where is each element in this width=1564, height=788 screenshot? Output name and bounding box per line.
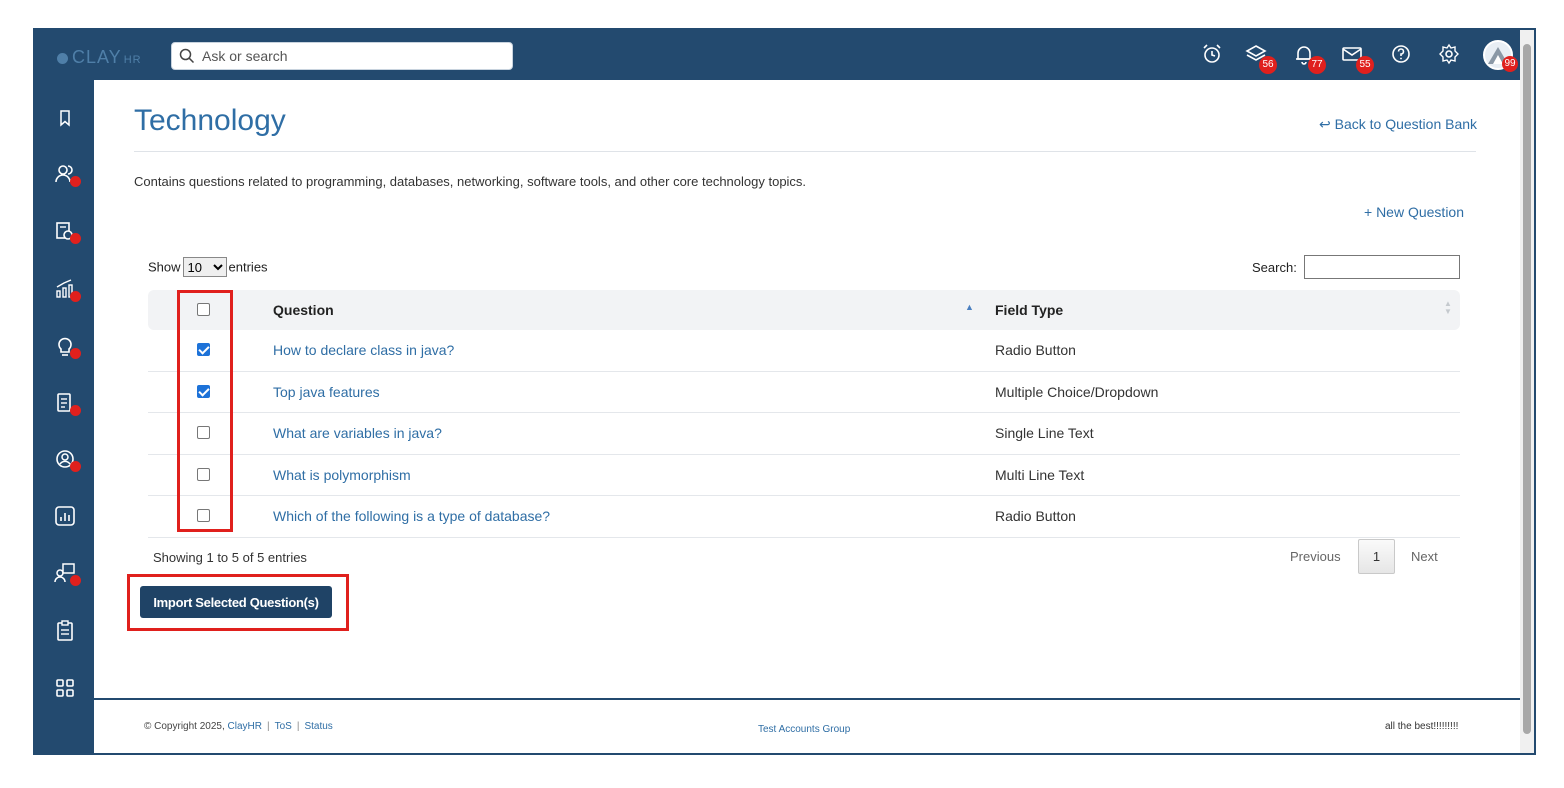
footer-separator: | bbox=[296, 721, 300, 732]
table-body: How to declare class in java? Radio Butto… bbox=[148, 330, 1460, 538]
table-row: What is polymorphism Multi Line Text bbox=[148, 455, 1460, 496]
sort-ascending-icon: ▲ bbox=[965, 302, 974, 312]
search-icon bbox=[179, 48, 195, 64]
notification-dot bbox=[70, 291, 81, 302]
alarm-clock-icon[interactable] bbox=[1201, 43, 1223, 65]
page-scrollbar[interactable] bbox=[1520, 30, 1534, 753]
app-logo[interactable]: CLAY HR bbox=[57, 47, 142, 68]
sidebar-item-training[interactable] bbox=[53, 561, 81, 586]
bell-icon[interactable]: 77 bbox=[1293, 43, 1326, 74]
avatar-badge: 99 bbox=[1502, 56, 1518, 72]
table-row: How to declare class in java? Radio Butto… bbox=[148, 330, 1460, 372]
chart-box-icon bbox=[55, 506, 75, 526]
show-label: Show bbox=[148, 259, 181, 275]
page-size-select[interactable]: 102550100 bbox=[182, 257, 227, 277]
notification-dot bbox=[70, 176, 81, 187]
gear-icon[interactable] bbox=[1438, 43, 1460, 65]
question-link[interactable]: Top java features bbox=[273, 384, 380, 400]
back-arrow-icon: ↩ bbox=[1319, 116, 1335, 132]
sidebar-item-performance[interactable] bbox=[53, 277, 81, 302]
table-search-input[interactable] bbox=[1304, 255, 1460, 279]
footer-copyright: © Copyright 2025, ClayHR | ToS | Status bbox=[144, 721, 333, 732]
app-window: CLAYHR 56 77 55 bbox=[33, 28, 1536, 755]
tos-link[interactable]: ToS bbox=[275, 721, 292, 732]
footer: © Copyright 2025, ClayHR | ToS | Status Test… bbox=[94, 698, 1520, 753]
scrollbar-thumb[interactable] bbox=[1523, 44, 1531, 734]
question-column-header[interactable]: Question bbox=[273, 302, 334, 318]
table-row: Top java features Multiple Choice/Dropdow… bbox=[148, 372, 1460, 413]
page-1-button[interactable]: 1 bbox=[1358, 539, 1395, 574]
sidebar bbox=[35, 80, 94, 753]
sidebar-item-ideas[interactable] bbox=[53, 334, 81, 359]
category-description: Contains questions related to programmin… bbox=[134, 174, 807, 189]
main-content: Technology ↩ Back to Question Bank Conta… bbox=[94, 80, 1520, 700]
back-link-label: Back to Question Bank bbox=[1334, 116, 1478, 132]
table-row: Which of the following is a type of data… bbox=[148, 496, 1460, 538]
notification-dot bbox=[70, 405, 81, 416]
page-title: Technology bbox=[134, 104, 286, 137]
user-avatar[interactable]: 99 bbox=[1483, 40, 1518, 72]
help-icon[interactable] bbox=[1390, 43, 1412, 65]
layers-badge: 56 bbox=[1259, 56, 1277, 74]
question-link[interactable]: How to declare class in java? bbox=[273, 342, 454, 358]
mail-icon[interactable]: 55 bbox=[1341, 43, 1374, 74]
field-type-cell: Multi Line Text bbox=[995, 466, 1085, 483]
question-link[interactable]: What are variables in java? bbox=[273, 425, 442, 441]
import-button-highlight bbox=[127, 574, 349, 631]
notification-dot bbox=[70, 348, 81, 359]
new-question-link[interactable]: + New Question bbox=[1364, 204, 1464, 220]
title-divider bbox=[134, 151, 1476, 152]
top-bar: CLAYHR 56 77 55 bbox=[35, 30, 1534, 80]
table-info: Showing 1 to 5 of 5 entries bbox=[153, 550, 307, 565]
notification-dot bbox=[70, 575, 81, 586]
company-link[interactable]: ClayHR bbox=[228, 721, 262, 732]
previous-page-button[interactable]: Previous bbox=[1290, 549, 1341, 564]
checkbox-column-highlight bbox=[177, 290, 233, 532]
clipboard-icon bbox=[57, 620, 73, 641]
sidebar-item-documents[interactable] bbox=[53, 391, 81, 416]
sidebar-item-bookmark[interactable] bbox=[53, 106, 77, 130]
account-group-link[interactable]: Test Accounts Group bbox=[758, 724, 850, 735]
bookmark-icon bbox=[60, 110, 70, 127]
question-link[interactable]: What is polymorphism bbox=[273, 467, 411, 483]
footer-separator: | bbox=[266, 721, 270, 732]
field-type-cell: Radio Button bbox=[995, 342, 1076, 358]
sidebar-item-time[interactable] bbox=[53, 219, 81, 244]
sidebar-item-reports[interactable] bbox=[53, 504, 77, 528]
grid-icon bbox=[56, 679, 74, 697]
logo-suffix: HR bbox=[123, 54, 142, 66]
page-size-control: Show102550100entries bbox=[148, 257, 268, 277]
sidebar-item-people[interactable] bbox=[53, 162, 81, 187]
layers-icon[interactable]: 56 bbox=[1245, 43, 1277, 74]
table-row: What are variables in java? Single Line T… bbox=[148, 413, 1460, 455]
table-search-label: Search: bbox=[1252, 260, 1297, 275]
logo-text: CLAY bbox=[72, 47, 122, 67]
notification-dot bbox=[70, 233, 81, 244]
field-type-cell: Single Line Text bbox=[995, 425, 1094, 441]
sidebar-item-profile[interactable] bbox=[53, 447, 81, 472]
footer-message: all the best!!!!!!!!! bbox=[1385, 721, 1459, 732]
sort-both-icon: ▲ ▼ bbox=[1444, 299, 1452, 316]
field-type-column-header[interactable]: Field Type bbox=[995, 302, 1063, 318]
back-to-question-bank-link[interactable]: ↩ Back to Question Bank bbox=[1319, 116, 1477, 133]
sidebar-item-apps[interactable] bbox=[53, 676, 77, 700]
global-search-input[interactable] bbox=[202, 46, 502, 66]
field-type-cell: Multiple Choice/Dropdown bbox=[995, 383, 1159, 400]
copyright-text: © Copyright 2025, bbox=[144, 721, 225, 732]
status-link[interactable]: Status bbox=[304, 721, 332, 732]
global-search[interactable] bbox=[171, 42, 513, 70]
sidebar-item-checklist[interactable] bbox=[53, 619, 77, 643]
bell-badge: 77 bbox=[1308, 56, 1326, 74]
table-header: Question ▲ Field Type ▲ ▼ bbox=[148, 290, 1460, 330]
logo-mark-icon bbox=[57, 53, 68, 64]
entries-label: entries bbox=[228, 259, 268, 275]
field-type-cell: Radio Button bbox=[995, 508, 1076, 524]
notification-dot bbox=[70, 461, 81, 472]
questions-table: Question ▲ Field Type ▲ ▼ How to declare … bbox=[148, 290, 1460, 538]
mail-badge: 55 bbox=[1356, 56, 1374, 74]
next-page-button[interactable]: Next bbox=[1411, 549, 1438, 564]
question-link[interactable]: Which of the following is a type of data… bbox=[273, 508, 550, 524]
